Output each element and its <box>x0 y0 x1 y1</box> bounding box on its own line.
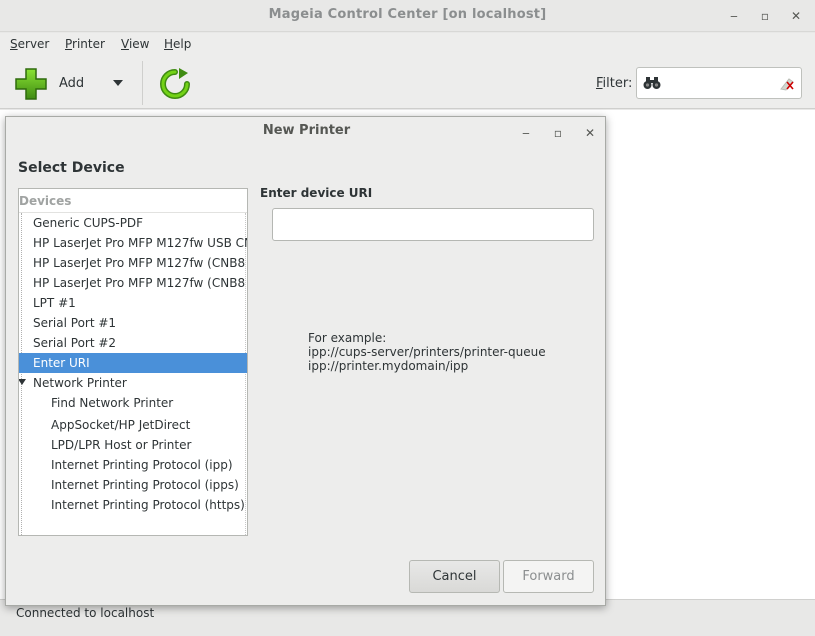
device-row-label: Internet Printing Protocol (https) <box>51 498 245 512</box>
device-row[interactable]: Enter URI <box>19 353 247 373</box>
filter-input[interactable] <box>636 67 802 99</box>
toolbar-separator <box>142 61 143 105</box>
example-line: ipp://printer.mydomain/ipp <box>308 359 469 373</box>
add-label[interactable]: Add <box>59 76 84 91</box>
dialog-title: New Printer <box>262 123 351 138</box>
menu-help-label: elp <box>173 37 192 51</box>
minimize-button[interactable]: ‒ <box>726 8 742 24</box>
menu-server-mnemonic: S <box>10 37 18 51</box>
add-button[interactable] <box>14 67 48 101</box>
device-row[interactable]: Network Printer <box>19 373 247 393</box>
device-row[interactable]: Internet Printing Protocol (ipp) <box>19 455 247 475</box>
device-row[interactable]: LPD/LPR Host or Printer <box>19 435 247 455</box>
device-row-label: Serial Port #1 <box>33 316 117 330</box>
uri-label: Enter device URI <box>260 186 373 200</box>
device-row-label: LPD/LPR Host or Printer <box>51 438 192 452</box>
device-row-label: Serial Port #2 <box>33 336 117 350</box>
device-row-label: HP LaserJet Pro MFP M127fw USB CNB8 <box>33 236 248 250</box>
device-row-label: Network Printer <box>19 373 127 393</box>
window-title: Mageia Control Center [on localhost] <box>268 7 547 22</box>
device-uri-input[interactable] <box>272 208 594 241</box>
device-row[interactable]: Internet Printing Protocol (https) <box>19 495 247 515</box>
filter-label: Filter: <box>596 76 632 91</box>
refresh-icon <box>160 68 190 99</box>
window-titlebar: Mageia Control Center [on localhost] ‒ ▫… <box>0 0 815 32</box>
device-row[interactable]: Internet Printing Protocol (ipps) <box>19 475 247 495</box>
uri-example: For example: ipp://cups-server/printers/… <box>308 331 546 373</box>
device-row-label: HP LaserJet Pro MFP M127fw (CNB8 <box>33 276 246 290</box>
close-button[interactable]: ✕ <box>788 8 804 24</box>
binoculars-icon <box>643 77 661 89</box>
device-row[interactable]: AppSocket/HP JetDirect <box>19 415 247 435</box>
menu-printer[interactable]: Printer <box>65 37 105 51</box>
status-text: Connected to localhost <box>16 606 155 620</box>
device-list[interactable]: Devices Generic CUPS-PDF HP LaserJet Pro … <box>18 188 248 536</box>
device-row-label: Find Network Printer <box>51 396 174 410</box>
devices-column-header[interactable]: Devices <box>19 189 247 213</box>
toolbar: Add Filter: <box>0 57 815 109</box>
add-dropdown-button[interactable] <box>110 77 126 89</box>
menubar: Server Printer View Help <box>0 33 815 57</box>
chevron-down-icon <box>113 80 123 86</box>
new-printer-dialog: New Printer ‒ ▫ ✕ Select Device Devices … <box>5 116 606 606</box>
device-row-label: Internet Printing Protocol (ipp) <box>51 458 233 472</box>
menu-view-mnemonic: V <box>121 37 129 51</box>
device-row[interactable]: HP LaserJet Pro MFP M127fw (CNB8 <box>19 273 247 293</box>
device-row[interactable]: LPT #1 <box>19 293 247 313</box>
menu-view[interactable]: View <box>121 37 149 51</box>
menu-help-mnemonic: H <box>164 37 174 51</box>
refresh-button[interactable] <box>158 67 192 101</box>
menu-printer-label: rinter <box>72 37 105 51</box>
menu-printer-mnemonic: P <box>65 37 73 51</box>
menu-help[interactable]: Help <box>164 37 191 51</box>
clear-icon[interactable] <box>779 76 795 92</box>
device-row[interactable]: HP LaserJet Pro MFP M127fw (CNB8 <box>19 253 247 273</box>
cancel-button[interactable]: Cancel <box>409 560 500 593</box>
filter-label-text: ilter: <box>602 76 633 91</box>
expander-down-icon[interactable] <box>19 379 26 385</box>
maximize-button[interactable]: ▫ <box>757 8 773 24</box>
menu-view-label: iew <box>128 37 150 51</box>
device-row-label: Enter URI <box>33 356 90 370</box>
plus-icon <box>15 68 47 100</box>
device-row-label: HP LaserJet Pro MFP M127fw (CNB8 <box>33 256 246 270</box>
device-row[interactable]: Serial Port #1 <box>19 313 247 333</box>
menu-server[interactable]: Server <box>10 37 49 51</box>
device-row[interactable]: Serial Port #2 <box>19 333 247 353</box>
device-row[interactable]: Generic CUPS-PDF <box>19 213 247 233</box>
example-line: For example: <box>308 331 387 345</box>
forward-button[interactable]: Forward <box>503 560 594 593</box>
device-row-label: Internet Printing Protocol (ipps) <box>51 478 239 492</box>
device-row[interactable]: Find Network Printer <box>19 393 247 413</box>
dialog-maximize-button[interactable]: ▫ <box>550 125 566 141</box>
device-row-label: AppSocket/HP JetDirect <box>51 418 191 432</box>
section-title: Select Device <box>18 160 125 176</box>
device-row-label: Generic CUPS-PDF <box>33 216 144 230</box>
dialog-minimize-button[interactable]: ‒ <box>518 125 534 141</box>
device-row-label: LPT #1 <box>33 296 76 310</box>
dialog-close-button[interactable]: ✕ <box>582 125 598 141</box>
example-line: ipp://cups-server/printers/printer-queue <box>308 345 546 359</box>
device-row[interactable]: HP LaserJet Pro MFP M127fw USB CNB8 <box>19 233 248 253</box>
menu-server-label: erver <box>17 37 50 51</box>
